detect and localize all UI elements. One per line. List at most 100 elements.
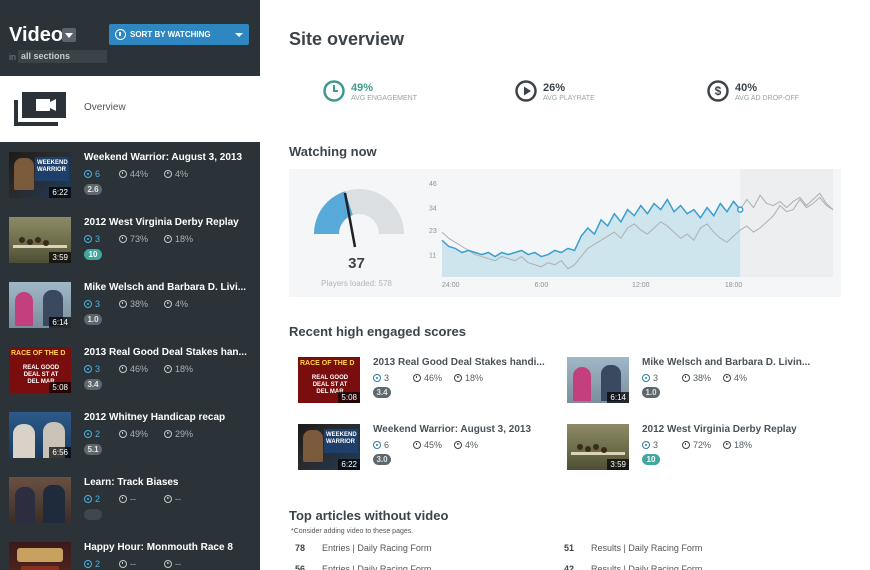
score-badge: 3.4: [373, 387, 391, 398]
recent-video-item[interactable]: 6:14 Mike Welsch and Barbara D. Livin... 3…: [567, 357, 827, 407]
players-stat: 2: [84, 429, 119, 439]
playrate-value: 4%: [465, 440, 479, 450]
play-icon: [454, 441, 462, 449]
chevron-down-icon: [235, 33, 243, 37]
video-thumbnail[interactable]: 6:14: [9, 282, 71, 328]
score-badge: [84, 509, 102, 520]
player-icon: [642, 374, 650, 382]
sort-by-watching-button[interactable]: SORT BY WATCHING: [109, 24, 249, 45]
video-title: Happy Hour: Monmouth Race 8: [84, 542, 233, 553]
sort-button-label: SORT BY WATCHING: [130, 30, 211, 39]
video-thumbnail[interactable]: RACE OF THE D REAL GOOD DEAL ST AT DEL MA…: [9, 347, 71, 393]
video-duration: 6:22: [49, 187, 71, 198]
clock-icon: [119, 170, 127, 178]
thumb-art: [15, 292, 33, 326]
thumb-art: [21, 566, 59, 570]
thumb-art: [13, 245, 67, 248]
sidebar: Video in all sections SORT BY WATCHING O…: [0, 0, 260, 570]
main-content: Site overview 49% AVG ENGAGEMENT 26% AVG…: [260, 0, 870, 570]
sidebar-video-item[interactable]: 3:59 2012 West Virginia Derby Replay 3 73% 1…: [0, 207, 260, 272]
players-stat: 3: [84, 299, 119, 309]
article-link[interactable]: 42 Results | Daily Racing Form: [564, 564, 702, 570]
thumb-art: [19, 237, 25, 243]
video-title: 2013 Real Good Deal Stakes handi...: [373, 357, 545, 368]
engagement-stat: 38%: [682, 373, 723, 383]
players-stat: 2: [84, 559, 119, 569]
sidebar-video-item[interactable]: WEEKEND WARRIOR 6:22 Weekend Warrior: Augu…: [0, 142, 260, 207]
app-title-dropdown-icon[interactable]: [62, 28, 76, 42]
article-link[interactable]: 78 Entries | Daily Racing Form: [295, 543, 431, 553]
score-badge: 3.0: [373, 454, 391, 465]
players-stat: 3: [642, 440, 682, 450]
engagement-stat: 46%: [413, 373, 454, 383]
play-icon: [164, 430, 172, 438]
video-stats: 2 49% 29%: [84, 429, 199, 439]
engagement-value: 44%: [130, 169, 149, 179]
score-badge: 10: [84, 249, 102, 260]
section-select[interactable]: all sections: [18, 50, 107, 63]
score-badge: 2.6: [84, 184, 102, 195]
players-stat: 6: [84, 169, 119, 179]
article-title: Entries | Daily Racing Form: [322, 543, 432, 553]
players-count: 3: [95, 364, 101, 374]
video-thumbnail[interactable]: WEEKEND WARRIOR 6:22: [9, 152, 71, 198]
playrate-value: 18%: [734, 440, 753, 450]
engagement-stat: --: [119, 494, 164, 504]
sidebar-video-item[interactable]: Happy Hour: Monmouth Race 8 2 -- --: [0, 532, 260, 570]
engagement-stat: 38%: [119, 299, 164, 309]
engagement-value: 46%: [130, 364, 149, 374]
video-thumbnail[interactable]: RACE OF THE D REAL GOOD DEAL ST AT DEL MA…: [298, 357, 360, 403]
sidebar-video-item[interactable]: 6:56 2012 Whitney Handicap recap 2 49% 29% 5.…: [0, 402, 260, 467]
clock-icon: [119, 235, 127, 243]
dollar-icon: $: [707, 80, 729, 102]
video-stats: 3 38% 4%: [84, 299, 199, 309]
thumb-art: [577, 444, 583, 450]
article-link[interactable]: 51 Results | Daily Racing Form: [564, 543, 702, 553]
thumb-art: [573, 367, 591, 401]
player-icon: [84, 430, 92, 438]
engagement-value: 38%: [693, 373, 712, 383]
clock-icon: [119, 495, 127, 503]
kpi-label: AVG PLAYRATE: [543, 95, 595, 102]
player-icon: [84, 235, 92, 243]
player-icon: [642, 441, 650, 449]
sidebar-video-item[interactable]: Learn: Track Biases 2 -- --: [0, 467, 260, 532]
article-link[interactable]: 56 Entries | Daily Racing Form: [295, 564, 431, 570]
playrate-stat: --: [164, 494, 199, 504]
video-title: 2012 West Virginia Derby Replay: [642, 424, 797, 435]
players-loaded: Players loaded: 578: [321, 279, 392, 288]
video-duration: 5:08: [49, 382, 71, 393]
video-thumbnail[interactable]: 3:59: [567, 424, 629, 470]
x-tick-label: 18:00: [725, 282, 743, 289]
playrate-stat: 18%: [723, 440, 763, 450]
page-title: Site overview: [289, 29, 405, 49]
video-thumbnail[interactable]: [9, 477, 71, 523]
sidebar-item-overview[interactable]: Overview: [0, 76, 260, 142]
watching-now-panel: 37 Players loaded: 578 11 23 34 46 24:00 6:00…: [289, 169, 841, 297]
video-title: 2013 Real Good Deal Stakes han...: [84, 347, 247, 358]
engagement-stat: --: [119, 559, 164, 569]
video-thumbnail[interactable]: 3:59: [9, 217, 71, 263]
y-tick-label: 11: [429, 253, 436, 260]
video-thumbnail[interactable]: WEEKEND WARRIOR 6:22: [298, 424, 360, 470]
thumb-art: [15, 487, 35, 523]
svg-text:$: $: [715, 84, 722, 98]
engagement-stat: 45%: [413, 440, 454, 450]
recent-video-item[interactable]: WEEKEND WARRIOR 6:22 Weekend Warrior: Augu…: [298, 424, 558, 474]
article-title: Entries | Daily Racing Form: [322, 564, 432, 570]
video-overview-icon: [14, 92, 66, 126]
video-thumbnail[interactable]: [9, 542, 71, 570]
sidebar-video-item[interactable]: 6:14 Mike Welsch and Barbara D. Livi... 3 3…: [0, 272, 260, 337]
players-stat: 3: [84, 364, 119, 374]
recent-video-item[interactable]: 3:59 2012 West Virginia Derby Replay 3 72% 1…: [567, 424, 827, 474]
engagement-value: 45%: [424, 440, 443, 450]
video-thumbnail[interactable]: 6:56: [9, 412, 71, 458]
play-icon: [723, 374, 731, 382]
article-title: Results | Daily Racing Form: [591, 543, 703, 553]
video-thumbnail[interactable]: 6:14: [567, 357, 629, 403]
video-title: Weekend Warrior: August 3, 2013: [84, 152, 243, 163]
play-icon: [454, 374, 462, 382]
watching-now-heading: Watching now: [289, 144, 377, 159]
recent-video-item[interactable]: RACE OF THE D REAL GOOD DEAL ST AT DEL MA…: [298, 357, 558, 407]
sidebar-video-item[interactable]: RACE OF THE D REAL GOOD DEAL ST AT DEL MA…: [0, 337, 260, 402]
